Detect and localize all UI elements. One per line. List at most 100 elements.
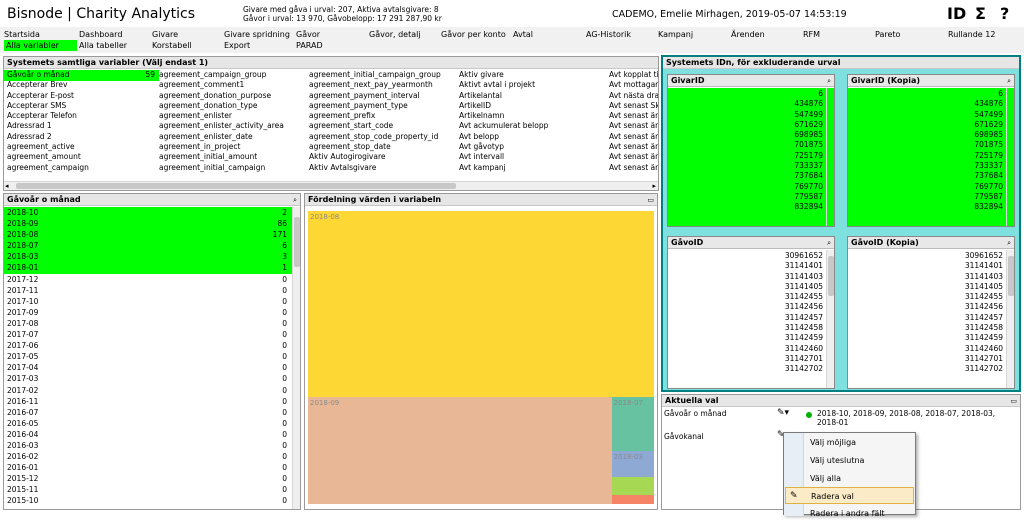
- variable-item[interactable]: Avt senast än: [609, 142, 658, 152]
- treemap-cell[interactable]: 2018-07: [611, 397, 654, 451]
- gavoar-row[interactable]: 2017-06 0: [4, 340, 293, 351]
- gavoid-item[interactable]: 31142456: [668, 302, 823, 312]
- treemap-cell[interactable]: 2018-08: [308, 211, 654, 398]
- givarid-item[interactable]: 671629: [668, 120, 823, 130]
- variable-item[interactable]: Aktiv Avtalsgivare: [309, 163, 441, 173]
- givarid-kopia-item[interactable]: 547499: [848, 110, 1003, 120]
- search-icon[interactable]: ⌕: [1007, 237, 1011, 249]
- gavoid-kopia-item[interactable]: 31142458: [848, 323, 1003, 333]
- variable-item[interactable]: agreement_in_project: [159, 142, 284, 152]
- gavoid-item[interactable]: 31142458: [668, 323, 823, 333]
- gavoid-kopia-item[interactable]: 31142459: [848, 333, 1003, 343]
- givarid-kopia-item[interactable]: 698985: [848, 130, 1003, 140]
- menu-item-radera-val[interactable]: ✎ Radera val: [785, 487, 914, 504]
- variable-item[interactable]: agreement_campaign: [7, 163, 155, 173]
- gavoar-vscrollbar[interactable]: [292, 207, 300, 509]
- givarid-item[interactable]: 832894: [668, 202, 823, 212]
- gavoid-item[interactable]: 31142702: [668, 364, 823, 374]
- gavoid-kopia-item[interactable]: 31141405: [848, 282, 1003, 292]
- maximize-icon[interactable]: ▭: [1010, 395, 1017, 407]
- variable-item[interactable]: agreement_enlister: [159, 111, 284, 121]
- nav-arenden[interactable]: Ärenden: [731, 29, 765, 40]
- givarid-kopia-item[interactable]: 701875: [848, 140, 1003, 150]
- gavoid-kopia-item[interactable]: 31142457: [848, 313, 1003, 323]
- variable-item[interactable]: Aktiv Autogirogivare: [309, 152, 441, 162]
- gavoar-row[interactable]: 2015-10 0: [4, 495, 293, 506]
- gavoar-row[interactable]: 2016-04 0: [4, 429, 293, 440]
- gavoar-row[interactable]: 2016-02 0: [4, 451, 293, 462]
- gavoid-kopia-item[interactable]: 30961652: [848, 251, 1003, 261]
- gavoar-row[interactable]: 2017-05 0: [4, 351, 293, 362]
- gavoar-row[interactable]: 2018-01 1: [4, 262, 293, 274]
- gavoar-row[interactable]: 2018-09 86: [4, 218, 293, 230]
- variable-item[interactable]: Avt senast än: [609, 111, 658, 121]
- variable-item[interactable]: Artikelnamn: [459, 111, 548, 121]
- sigma-icon[interactable]: Σ: [975, 4, 986, 23]
- search-icon[interactable]: ⌕: [1007, 75, 1011, 87]
- nav-parad[interactable]: PARAD: [296, 40, 323, 51]
- variable-item[interactable]: agreement_stop_date: [309, 142, 441, 152]
- gavoar-row[interactable]: 2017-09 0: [4, 307, 293, 318]
- variable-item[interactable]: agreement_stop_code_property_id: [309, 132, 441, 142]
- nav-kampanj[interactable]: Kampanj: [658, 29, 693, 40]
- maximize-icon[interactable]: ▭: [647, 194, 654, 206]
- menu-item-radera-i-andra-falt[interactable]: Radera i andra fält: [785, 505, 914, 522]
- gavoid-kopia-item[interactable]: 31142701: [848, 354, 1003, 364]
- gavoar-row[interactable]: 2016-07 0: [4, 407, 293, 418]
- vscroll-thumb[interactable]: [1008, 256, 1014, 296]
- variable-item[interactable]: Aktiv givare: [459, 70, 548, 80]
- variable-item[interactable]: Aktivt avtal i projekt: [459, 80, 548, 90]
- gavoid-kopia-item[interactable]: 31142456: [848, 302, 1003, 312]
- scroll-left-icon[interactable]: ◂: [5, 182, 9, 190]
- nav-dashboard[interactable]: Dashboard: [79, 29, 122, 40]
- gavoid-item[interactable]: 31141403: [668, 272, 823, 282]
- givarid-kopia-vscrollbar[interactable]: [1006, 88, 1014, 226]
- gavoid-kopia-item[interactable]: 31142702: [848, 364, 1003, 374]
- menu-item-valj-alla[interactable]: Välj alla: [785, 470, 914, 487]
- variable-item[interactable]: Avt senast Sk: [609, 101, 658, 111]
- variable-item[interactable]: agreement_payment_type: [309, 101, 441, 111]
- gavoar-row[interactable]: 2018-10 2: [4, 207, 293, 219]
- givarid-item[interactable]: 769770: [668, 182, 823, 192]
- givarid-kopia-item[interactable]: 6: [848, 89, 1003, 99]
- gavoar-row[interactable]: 2017-08 0: [4, 318, 293, 329]
- givarid-kopia-item[interactable]: 779587: [848, 192, 1003, 202]
- variable-item[interactable]: Accepterar Brev: [7, 80, 155, 90]
- givarid-kopia-item[interactable]: 725179: [848, 151, 1003, 161]
- nav-korstabell[interactable]: Korstabell: [152, 40, 192, 51]
- variable-item[interactable]: agreement_donation_purpose: [159, 91, 284, 101]
- gavoid-item[interactable]: 30961652: [668, 251, 823, 261]
- variable-item[interactable]: Avt senast än: [609, 152, 658, 162]
- variable-item[interactable]: Avt mottagare: [609, 80, 658, 90]
- gavoid-kopia-item[interactable]: 31142460: [848, 344, 1003, 354]
- gavoar-row[interactable]: 2015-11 0: [4, 484, 293, 495]
- gavoar-row[interactable]: 2018-07 6: [4, 240, 293, 252]
- gavoar-row[interactable]: 2018-08 171: [4, 229, 293, 241]
- hscroll-thumb[interactable]: [16, 183, 456, 189]
- variables-hscrollbar[interactable]: ◂ ▸: [4, 181, 658, 190]
- variable-item[interactable]: agreement_amount: [7, 152, 155, 162]
- variable-item[interactable]: Avt intervall: [459, 152, 548, 162]
- menu-item-valj-mojliga[interactable]: Välj möjliga: [785, 434, 914, 451]
- nav-ag-historik[interactable]: AG-Historik: [586, 29, 631, 40]
- givarid-item[interactable]: 701875: [668, 140, 823, 150]
- nav-gavor-detalj[interactable]: Gåvor, detalj: [369, 29, 421, 40]
- variable-item[interactable]: agreement_comment1: [159, 80, 284, 90]
- variable-item[interactable]: Adressrad 1: [7, 121, 155, 131]
- givarid-kopia-item[interactable]: 832894: [848, 202, 1003, 212]
- treemap-cell[interactable]: [611, 495, 654, 504]
- variable-item[interactable]: agreement_active: [7, 142, 155, 152]
- variable-item[interactable]: Avt kopplat till: [609, 70, 658, 80]
- variable-item[interactable]: agreement_prefix: [309, 111, 441, 121]
- variable-item[interactable]: Adressrad 2: [7, 132, 155, 142]
- help-icon[interactable]: ?: [1000, 4, 1009, 23]
- variable-item[interactable]: agreement_donation_type: [159, 101, 284, 111]
- givarid-item[interactable]: 779587: [668, 192, 823, 202]
- nav-pareto[interactable]: Pareto: [875, 29, 900, 40]
- givarid-kopia-item[interactable]: 733337: [848, 161, 1003, 171]
- givarid-kopia-item[interactable]: 769770: [848, 182, 1003, 192]
- gavoid-item[interactable]: 31142459: [668, 333, 823, 343]
- variable-item[interactable]: Accepterar SMS: [7, 101, 155, 111]
- gavoid-item[interactable]: 31141401: [668, 261, 823, 271]
- variable-item[interactable]: Avt ackumulerat belopp: [459, 121, 548, 131]
